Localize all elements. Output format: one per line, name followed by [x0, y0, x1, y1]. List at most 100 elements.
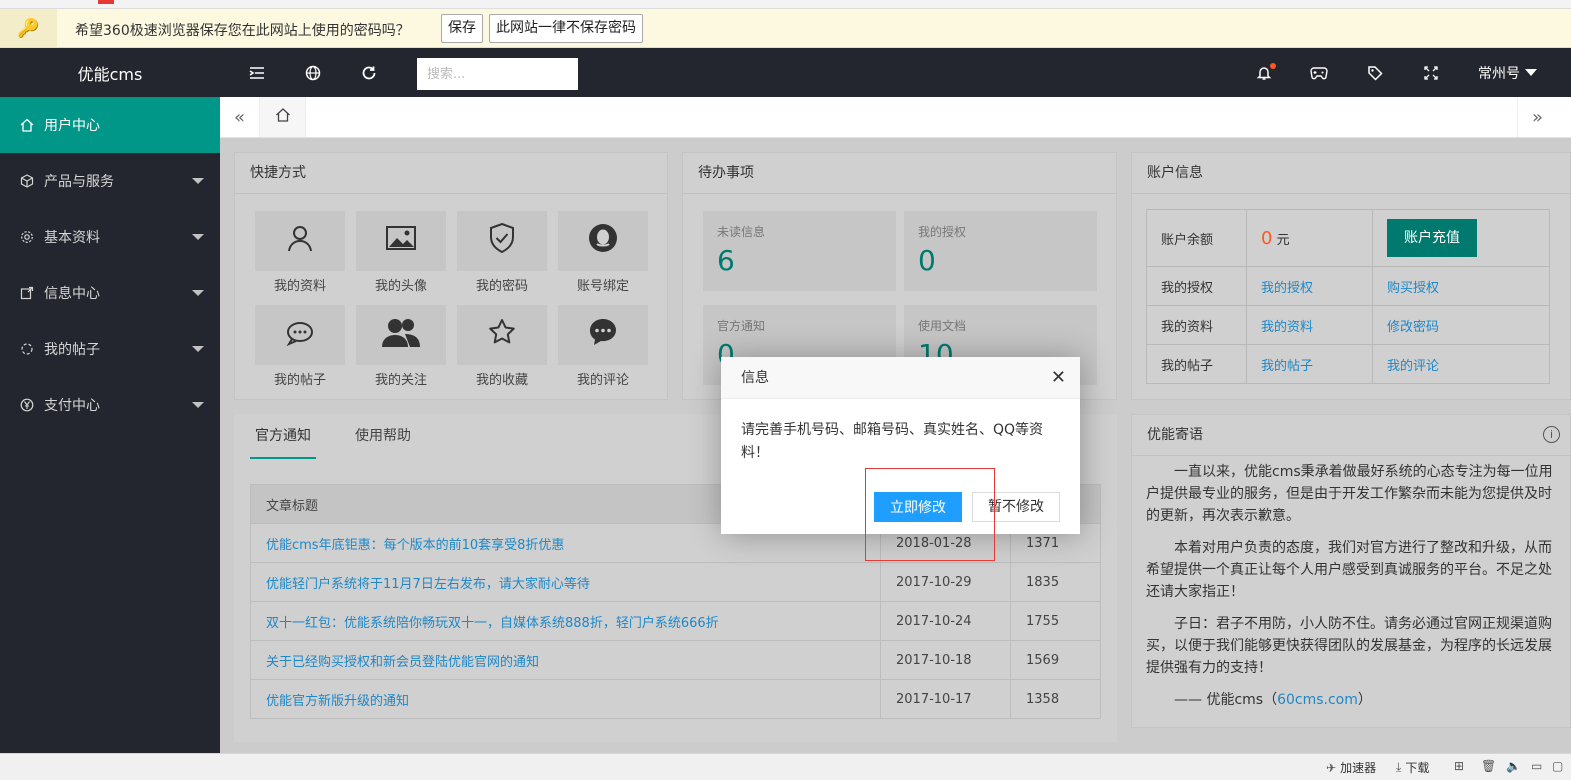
shortcut-account-binding[interactable]: 账号绑定	[558, 211, 648, 297]
image-icon	[386, 225, 416, 257]
info-icon[interactable]: i	[1543, 426, 1560, 443]
double-chevron-left-icon[interactable]: «	[220, 97, 260, 137]
tab-official-notice[interactable]: 官方通知	[250, 426, 316, 459]
shortcut-label: 我的帖子	[273, 373, 326, 388]
table-row: 双十一红包：优能系统陪你畅玩双十一，自媒体系统888折，轻门户系统666折 20…	[250, 601, 1101, 641]
shortcut-my-profile[interactable]: 我的资料	[255, 211, 345, 297]
sidebar-item-label: 信息中心	[44, 286, 100, 302]
card-title: 待办事项	[683, 153, 1116, 194]
sidebar-item-user-center[interactable]: 用户中心	[0, 97, 220, 153]
recharge-button[interactable]: 账户充值	[1387, 219, 1477, 257]
signature-suffix: ）	[1357, 692, 1372, 708]
password-save-bar: 🔑 希望360极速浏览器保存您在此网站上使用的密码吗？ 保存 此网站一律不保存密…	[0, 9, 1571, 48]
search-input[interactable]	[417, 58, 578, 90]
home-icon	[20, 118, 34, 132]
shortcut-label: 我的评论	[576, 373, 629, 388]
news-views: 1358	[1010, 679, 1101, 719]
download-item[interactable]: ⤓ 下载	[1396, 759, 1429, 776]
fullscreen-icon[interactable]	[1411, 48, 1451, 97]
news-views: 1755	[1010, 601, 1101, 641]
gear-icon	[20, 230, 34, 244]
balance-unit: 元	[1276, 232, 1290, 248]
sidebar-item-payment[interactable]: 支付中心	[0, 377, 220, 433]
motto-paragraph: 一直以来，优能cms秉承着做最好系统的心态专注为每一位用户提供最专业的服务，但是…	[1146, 464, 1553, 524]
home-tab[interactable]	[260, 97, 306, 137]
buy-authorization-link[interactable]: 购买授权	[1387, 281, 1439, 296]
menu-icon[interactable]	[237, 48, 277, 97]
news-date: 2017-10-29	[880, 562, 1011, 602]
row-label: 我的授权	[1146, 266, 1247, 306]
news-title-link[interactable]: 优能官方新版升级的通知	[266, 694, 409, 709]
new-window-icon[interactable]: ⊞	[1454, 759, 1468, 773]
site-link[interactable]: 60cms.com	[1277, 692, 1358, 708]
tag-icon[interactable]	[1355, 48, 1395, 97]
change-password-link[interactable]: 修改密码	[1387, 320, 1439, 335]
chevron-down-icon	[192, 178, 204, 184]
motto-title: 优能寄语	[1147, 427, 1203, 443]
window-icon[interactable]: ▢	[1552, 759, 1567, 773]
trash-icon[interactable]: 🗑	[1481, 759, 1500, 773]
news-title-link[interactable]: 优能cms年底钜惠：每个版本的前10套享受8折优惠	[266, 538, 564, 553]
sidebar-item-label: 产品与服务	[44, 174, 114, 190]
sidebar-item-messages[interactable]: 信息中心	[0, 265, 220, 321]
logo[interactable]: 优能cms	[0, 48, 220, 97]
motto-paragraph: 本着对用户负责的态度，我们对官方进行了整改和升级，从而希望提供一个真正让每个人用…	[1146, 540, 1552, 600]
sidebar-item-label: 基本资料	[44, 230, 100, 246]
sidebar-item-products[interactable]: 产品与服务	[0, 153, 220, 209]
row-label: 我的资料	[1146, 305, 1247, 345]
sidebar-item-label: 我的帖子	[44, 342, 100, 358]
table-row: 优能轻门户系统将于11月7日左右发布，请大家耐心等待 2017-10-29 18…	[250, 562, 1101, 602]
sidebar: 用户中心 产品与服务 基本资料 信息中心 我的帖子 支付中心	[0, 97, 220, 753]
tab-indicator	[98, 0, 114, 4]
shortcut-label: 我的收藏	[475, 373, 528, 388]
table-row: 关于已经购买授权和新会员登陆优能官网的通知 2017-10-18 1569	[250, 640, 1101, 680]
browser-status-bar: ✈ 加速器 ⤓ 下载 ⊞ 🗑 🔈 ▭ ▢	[0, 753, 1571, 780]
shortcut-label: 账号绑定	[576, 279, 629, 294]
news-date: 2017-10-24	[880, 601, 1011, 641]
todo-label: 官方通知	[717, 319, 766, 333]
news-title-link[interactable]: 双十一红包：优能系统陪你畅玩双十一，自媒体系统888折，轻门户系统666折	[266, 616, 719, 631]
accelerator-label: 加速器	[1340, 761, 1377, 775]
signature-prefix: —— 优能cms（	[1174, 692, 1278, 708]
chevron-down-icon	[192, 290, 204, 296]
accelerator-item[interactable]: ✈ 加速器	[1326, 759, 1376, 776]
news-title-link[interactable]: 优能轻门户系统将于11月7日左右发布，请大家耐心等待	[266, 577, 590, 592]
sidebar-item-posts[interactable]: 我的帖子	[0, 321, 220, 377]
highlight-box	[865, 468, 995, 561]
shortcut-my-comments[interactable]: 我的评论	[558, 305, 648, 391]
news-title-link[interactable]: 关于已经购买授权和新会员登陆优能官网的通知	[266, 655, 539, 670]
gamepad-icon[interactable]	[1299, 48, 1339, 97]
bell-icon[interactable]	[1244, 48, 1284, 97]
shortcut-my-avatar[interactable]: 我的头像	[356, 211, 446, 297]
shortcut-my-password[interactable]: 我的密码	[457, 211, 547, 297]
save-password-button[interactable]: 保存	[441, 14, 483, 43]
never-save-button[interactable]: 此网站一律不保存密码	[489, 14, 643, 43]
shortcut-my-posts[interactable]: 我的帖子	[255, 305, 345, 391]
todo-unread[interactable]: 未读信息 6	[703, 211, 896, 291]
home-icon	[275, 107, 291, 128]
sidebar-item-basic-info[interactable]: 基本资料	[0, 209, 220, 265]
globe-icon[interactable]	[293, 48, 333, 97]
rocket-icon: ✈	[1326, 760, 1337, 775]
shortcut-my-follows[interactable]: 我的关注	[356, 305, 446, 391]
close-icon[interactable]: ✕	[1051, 357, 1066, 399]
refresh-icon[interactable]	[349, 48, 389, 97]
account-table: 账户余额 0 元 账户充值 我的授权 我的授权 购买授权 我的资料 我的资料 修…	[1146, 209, 1550, 384]
todo-authorization[interactable]: 我的授权 0	[904, 211, 1097, 291]
speaker-icon[interactable]: 🔈	[1506, 759, 1525, 773]
card-title: 快捷方式	[235, 153, 667, 194]
my-profile-link[interactable]: 我的资料	[1261, 320, 1313, 335]
news-views: 1569	[1010, 640, 1101, 680]
message-icon	[20, 286, 34, 300]
monitor-icon[interactable]: ▭	[1531, 759, 1546, 773]
news-date: 2017-10-18	[880, 640, 1011, 680]
double-chevron-right-icon[interactable]: »	[1517, 97, 1557, 137]
tab-help[interactable]: 使用帮助	[350, 426, 416, 459]
top-header: 优能cms 常州号	[0, 48, 1571, 97]
my-posts-link[interactable]: 我的帖子	[1261, 359, 1313, 374]
my-comments-link[interactable]: 我的评论	[1387, 359, 1439, 374]
user-menu[interactable]: 常州号	[1478, 48, 1537, 97]
motto-paragraph: 子日：君子不用防，小人防不住。请务必通过官网正规渠道购买，以便于我们能够更快获得…	[1146, 616, 1552, 676]
shortcut-my-favorites[interactable]: 我的收藏	[457, 305, 547, 391]
my-authorization-link[interactable]: 我的授权	[1261, 281, 1313, 296]
